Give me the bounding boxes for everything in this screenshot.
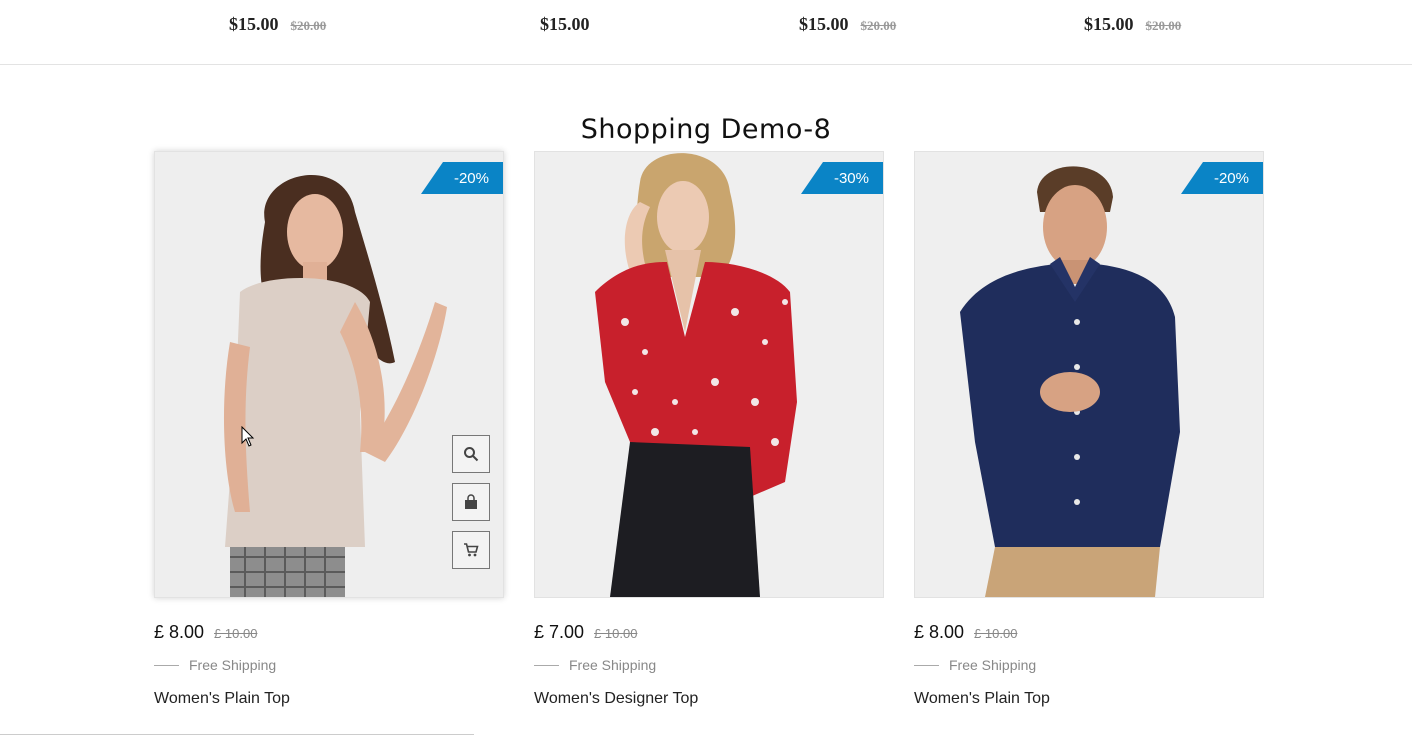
- shopping-bag-icon: [465, 494, 477, 509]
- price: $15.00: [1084, 14, 1134, 34]
- shipping-label: Free Shipping: [189, 657, 277, 673]
- price-row: £ 7.00 £ 10.00: [534, 622, 884, 643]
- divider: [0, 734, 474, 735]
- product-card[interactable]: -30% £ 7.00 £ 10.00 Free Shipping Women'…: [534, 151, 884, 708]
- cart-icon: [464, 543, 479, 557]
- old-price: £ 10.00: [594, 626, 638, 641]
- old-price: £ 10.00: [974, 626, 1018, 641]
- price: $15.00: [540, 14, 590, 34]
- divider: [154, 664, 179, 666]
- price-row: £ 8.00 £ 10.00: [914, 622, 1264, 643]
- product-image[interactable]: -20%: [914, 151, 1264, 598]
- top-price-1: $15.00 $20.00: [229, 14, 326, 35]
- product-card[interactable]: -20% £ 8.00 £ 10.00 Free Shipping Women'…: [914, 151, 1264, 708]
- shipping-row: Free Shipping: [154, 657, 504, 673]
- product-photo-woman-plain-top: [155, 152, 503, 597]
- top-price-3: $15.00 $20.00: [799, 14, 896, 35]
- price-row: £ 8.00 £ 10.00: [154, 622, 504, 643]
- price: £ 7.00: [534, 622, 585, 642]
- quick-view-button[interactable]: [452, 435, 490, 473]
- old-price: $20.00: [860, 18, 897, 33]
- product-name-link[interactable]: Women's Plain Top: [914, 690, 1264, 708]
- shipping-label: Free Shipping: [949, 657, 1037, 673]
- mouse-cursor-icon: [241, 426, 255, 447]
- product-card[interactable]: -20% £ 8.00 £ 10.00 Free Shipping Women'…: [154, 151, 504, 708]
- shipping-row: Free Shipping: [534, 657, 884, 673]
- shipping-label: Free Shipping: [569, 657, 657, 673]
- hover-actions: [452, 435, 490, 569]
- price: $15.00: [799, 14, 849, 34]
- price: £ 8.00: [154, 622, 205, 642]
- top-price-4: $15.00 $20.00: [1084, 14, 1181, 35]
- old-price: £ 10.00: [214, 626, 258, 641]
- add-to-bag-button[interactable]: [452, 483, 490, 521]
- add-to-cart-button[interactable]: [452, 531, 490, 569]
- search-icon: [464, 447, 479, 462]
- divider: [534, 664, 559, 666]
- product-image[interactable]: -30%: [534, 151, 884, 598]
- divider: [914, 664, 939, 666]
- product-name-link[interactable]: Women's Plain Top: [154, 690, 504, 708]
- product-name-link[interactable]: Women's Designer Top: [534, 690, 884, 708]
- previous-product-row: $15.00 $20.00 $15.00 $15.00 $20.00 $15.0…: [0, 0, 1412, 65]
- top-price-2: $15.00: [540, 14, 590, 35]
- product-photo-man-shirt: [915, 152, 1263, 597]
- price: $15.00: [229, 14, 279, 34]
- old-price: $20.00: [290, 18, 327, 33]
- old-price: $20.00: [1145, 18, 1182, 33]
- section-title: Shopping Demo-8: [580, 114, 832, 146]
- product-image[interactable]: -20%: [154, 151, 504, 598]
- product-photo-woman-designer-top: [535, 152, 883, 597]
- price: £ 8.00: [914, 622, 965, 642]
- shipping-row: Free Shipping: [914, 657, 1264, 673]
